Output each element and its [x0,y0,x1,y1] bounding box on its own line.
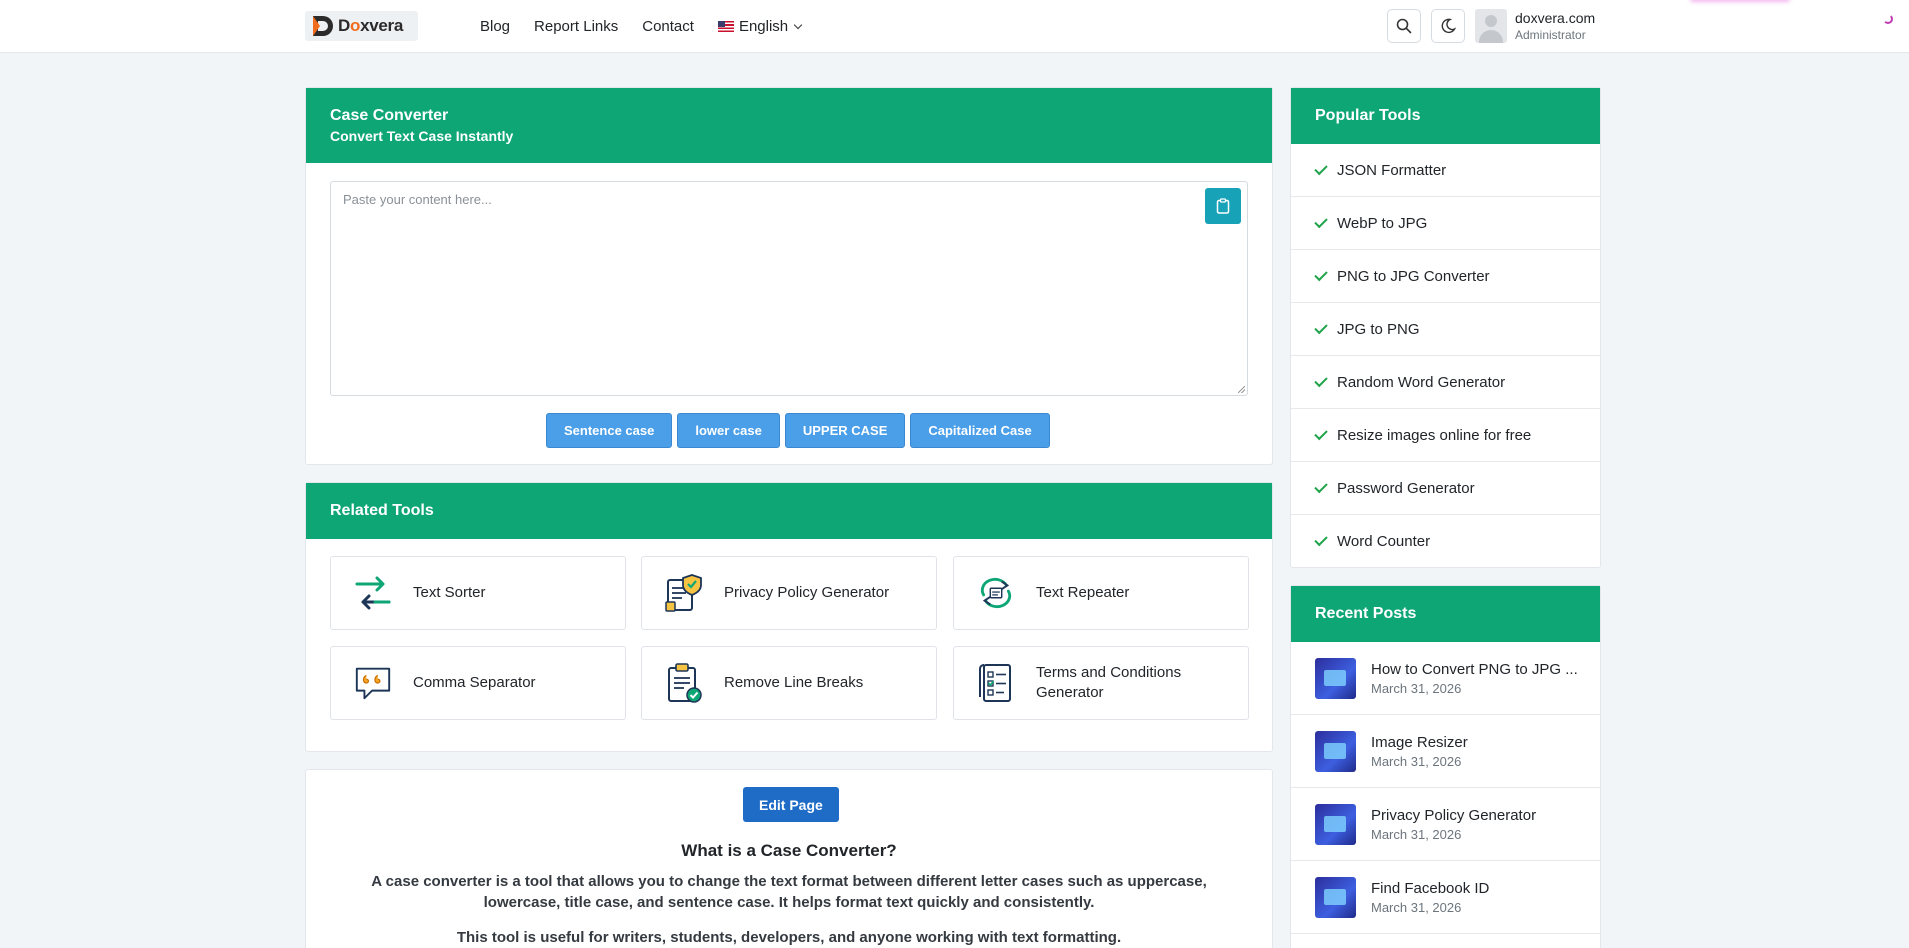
content-paragraph: A case converter is a tool that allows y… [371,873,1207,911]
search-icon [1396,18,1412,34]
repeat-icon [976,571,1016,615]
tool-comma-separator[interactable]: Comma Separator [330,646,626,720]
post-title: Image Resizer [1371,733,1468,751]
check-icon [1314,267,1328,281]
user-role: Administrator [1515,28,1586,42]
content-card: Edit Page What is a Case Converter? A ca… [305,769,1273,948]
tool-remove-line-breaks[interactable]: Remove Line Breaks [641,646,937,720]
recent-posts-title: Recent Posts [1315,605,1417,622]
tool-label: Comma Separator [413,674,536,691]
nav-blog[interactable]: Blog [480,18,510,35]
logo-icon [313,16,333,36]
case-converter-card: Case Converter Convert Text Case Instant… [305,87,1273,465]
post-date: March 31, 2026 [1371,680,1462,696]
popular-tool-item[interactable]: WebP to JPG [1291,197,1600,250]
loading-spinner-icon [1883,14,1893,24]
chevron-down-icon [793,20,803,30]
post-thumbnail [1315,657,1356,699]
check-icon [1314,426,1328,440]
capitalized-case-button[interactable]: Capitalized Case [910,413,1050,448]
case-converter-header: Case Converter Convert Text Case Instant… [306,88,1272,163]
moon-icon [1441,18,1456,34]
case-converter-subtitle: Convert Text Case Instantly [330,128,514,144]
related-tools-header: Related Tools [306,483,1272,539]
user-menu[interactable]: doxvera.com Administrator [1515,10,1595,42]
post-thumbnail [1315,803,1356,845]
tool-label: Terms and Conditions Generator [1036,664,1182,701]
clipboard-icon [1216,198,1230,214]
post-thumbnail [1315,876,1356,918]
recent-posts-header: Recent Posts [1291,586,1600,642]
tool-text-sorter[interactable]: Text Sorter [330,556,626,630]
site-logo[interactable]: Doxvera [305,11,418,41]
recent-post-item[interactable]: Image Resizer March 31, 2026 [1291,715,1600,788]
check-icon [1314,320,1328,334]
popular-tools-title: Popular Tools [1315,107,1421,124]
popular-tools-card: Popular Tools JSON Formatter WebP to JPG… [1290,87,1601,568]
check-icon [1314,161,1328,175]
nav-contact[interactable]: Contact [642,18,694,35]
popular-tool-item[interactable]: JSON Formatter [1291,144,1600,197]
post-thumbnail [1315,730,1356,772]
top-header: Doxvera Blog Report Links Contact Englis… [0,0,1909,53]
popular-tool-item[interactable]: JPG to PNG [1291,303,1600,356]
post-title: How to Convert PNG to JPG ... [1371,660,1578,678]
popular-tool-item[interactable]: Password Generator [1291,462,1600,515]
paste-button[interactable] [1205,188,1241,224]
popular-tool-item[interactable]: Word Counter [1291,515,1600,568]
lower-case-button[interactable]: lower case [677,413,780,448]
sentence-case-button[interactable]: Sentence case [546,413,673,448]
speech-bubble-icon [353,661,393,705]
popular-tool-item[interactable]: PNG to JPG Converter [1291,250,1600,303]
shield-document-icon [664,571,704,615]
us-flag-icon [717,21,734,32]
recent-posts-card: Recent Posts How to Convert PNG to JPG .… [1290,585,1601,948]
tool-terms-and-conditions-generator[interactable]: Terms and Conditions Generator [953,646,1249,720]
tool-label: Text Sorter [413,584,486,601]
post-title: Find Facebook ID [1371,879,1490,897]
related-tools-card: Related Tools Text Sorter Privacy Policy… [305,482,1273,752]
clipboard-check-icon [664,661,704,705]
checklist-scroll-icon [976,661,1016,705]
related-tools-title: Related Tools [330,502,434,519]
check-icon [1314,532,1328,547]
case-button-row: Sentence case lower case UPPER CASE Capi… [546,413,1050,448]
edit-page-button[interactable]: Edit Page [743,787,839,822]
avatar[interactable] [1475,9,1507,43]
user-name: doxvera.com [1515,10,1596,26]
tool-label: Remove Line Breaks [724,674,864,691]
tool-privacy-policy-generator[interactable]: Privacy Policy Generator [641,556,937,630]
tool-label: Text Repeater [1036,584,1130,601]
swap-arrows-icon [353,571,393,615]
dark-mode-toggle[interactable] [1431,9,1465,43]
language-dropdown[interactable]: English [717,18,803,35]
post-date: March 31, 2026 [1371,753,1462,769]
tool-text-repeater[interactable]: Text Repeater [953,556,1249,630]
content-heading: What is a Case Converter? [681,841,897,860]
search-button[interactable] [1387,9,1421,43]
main-nav: Blog Report Links Contact English [480,0,803,53]
logo-text: Doxvera [338,16,404,35]
check-icon [1314,373,1328,387]
upper-case-button[interactable]: UPPER CASE [784,413,906,448]
decorative-glow [1690,0,1790,2]
post-title: Privacy Policy Generator [1371,806,1537,824]
tool-label: Privacy Policy Generator [724,584,890,601]
popular-tools-header: Popular Tools [1291,88,1600,144]
recent-post-item[interactable]: How to Convert PNG to JPG ... March 31, 2… [1291,642,1600,715]
post-date: March 31, 2026 [1371,826,1462,842]
popular-tool-item[interactable]: Resize images online for free [1291,409,1600,462]
recent-post-item[interactable]: Privacy Policy Generator March 31, 2026 [1291,788,1600,861]
language-label: English [738,18,789,35]
case-converter-title: Case Converter [330,107,449,124]
content-textarea[interactable]: Paste your content here... [330,181,1248,396]
nav-report-links[interactable]: Report Links [534,18,618,35]
check-icon [1314,479,1328,493]
content-paragraph: This tool is useful for writers, student… [456,929,1122,946]
recent-post-item[interactable]: Find Facebook ID March 31, 2026 [1291,861,1600,934]
post-date: March 31, 2026 [1371,899,1462,915]
check-icon [1314,214,1328,228]
popular-tool-item[interactable]: Random Word Generator [1291,356,1600,409]
